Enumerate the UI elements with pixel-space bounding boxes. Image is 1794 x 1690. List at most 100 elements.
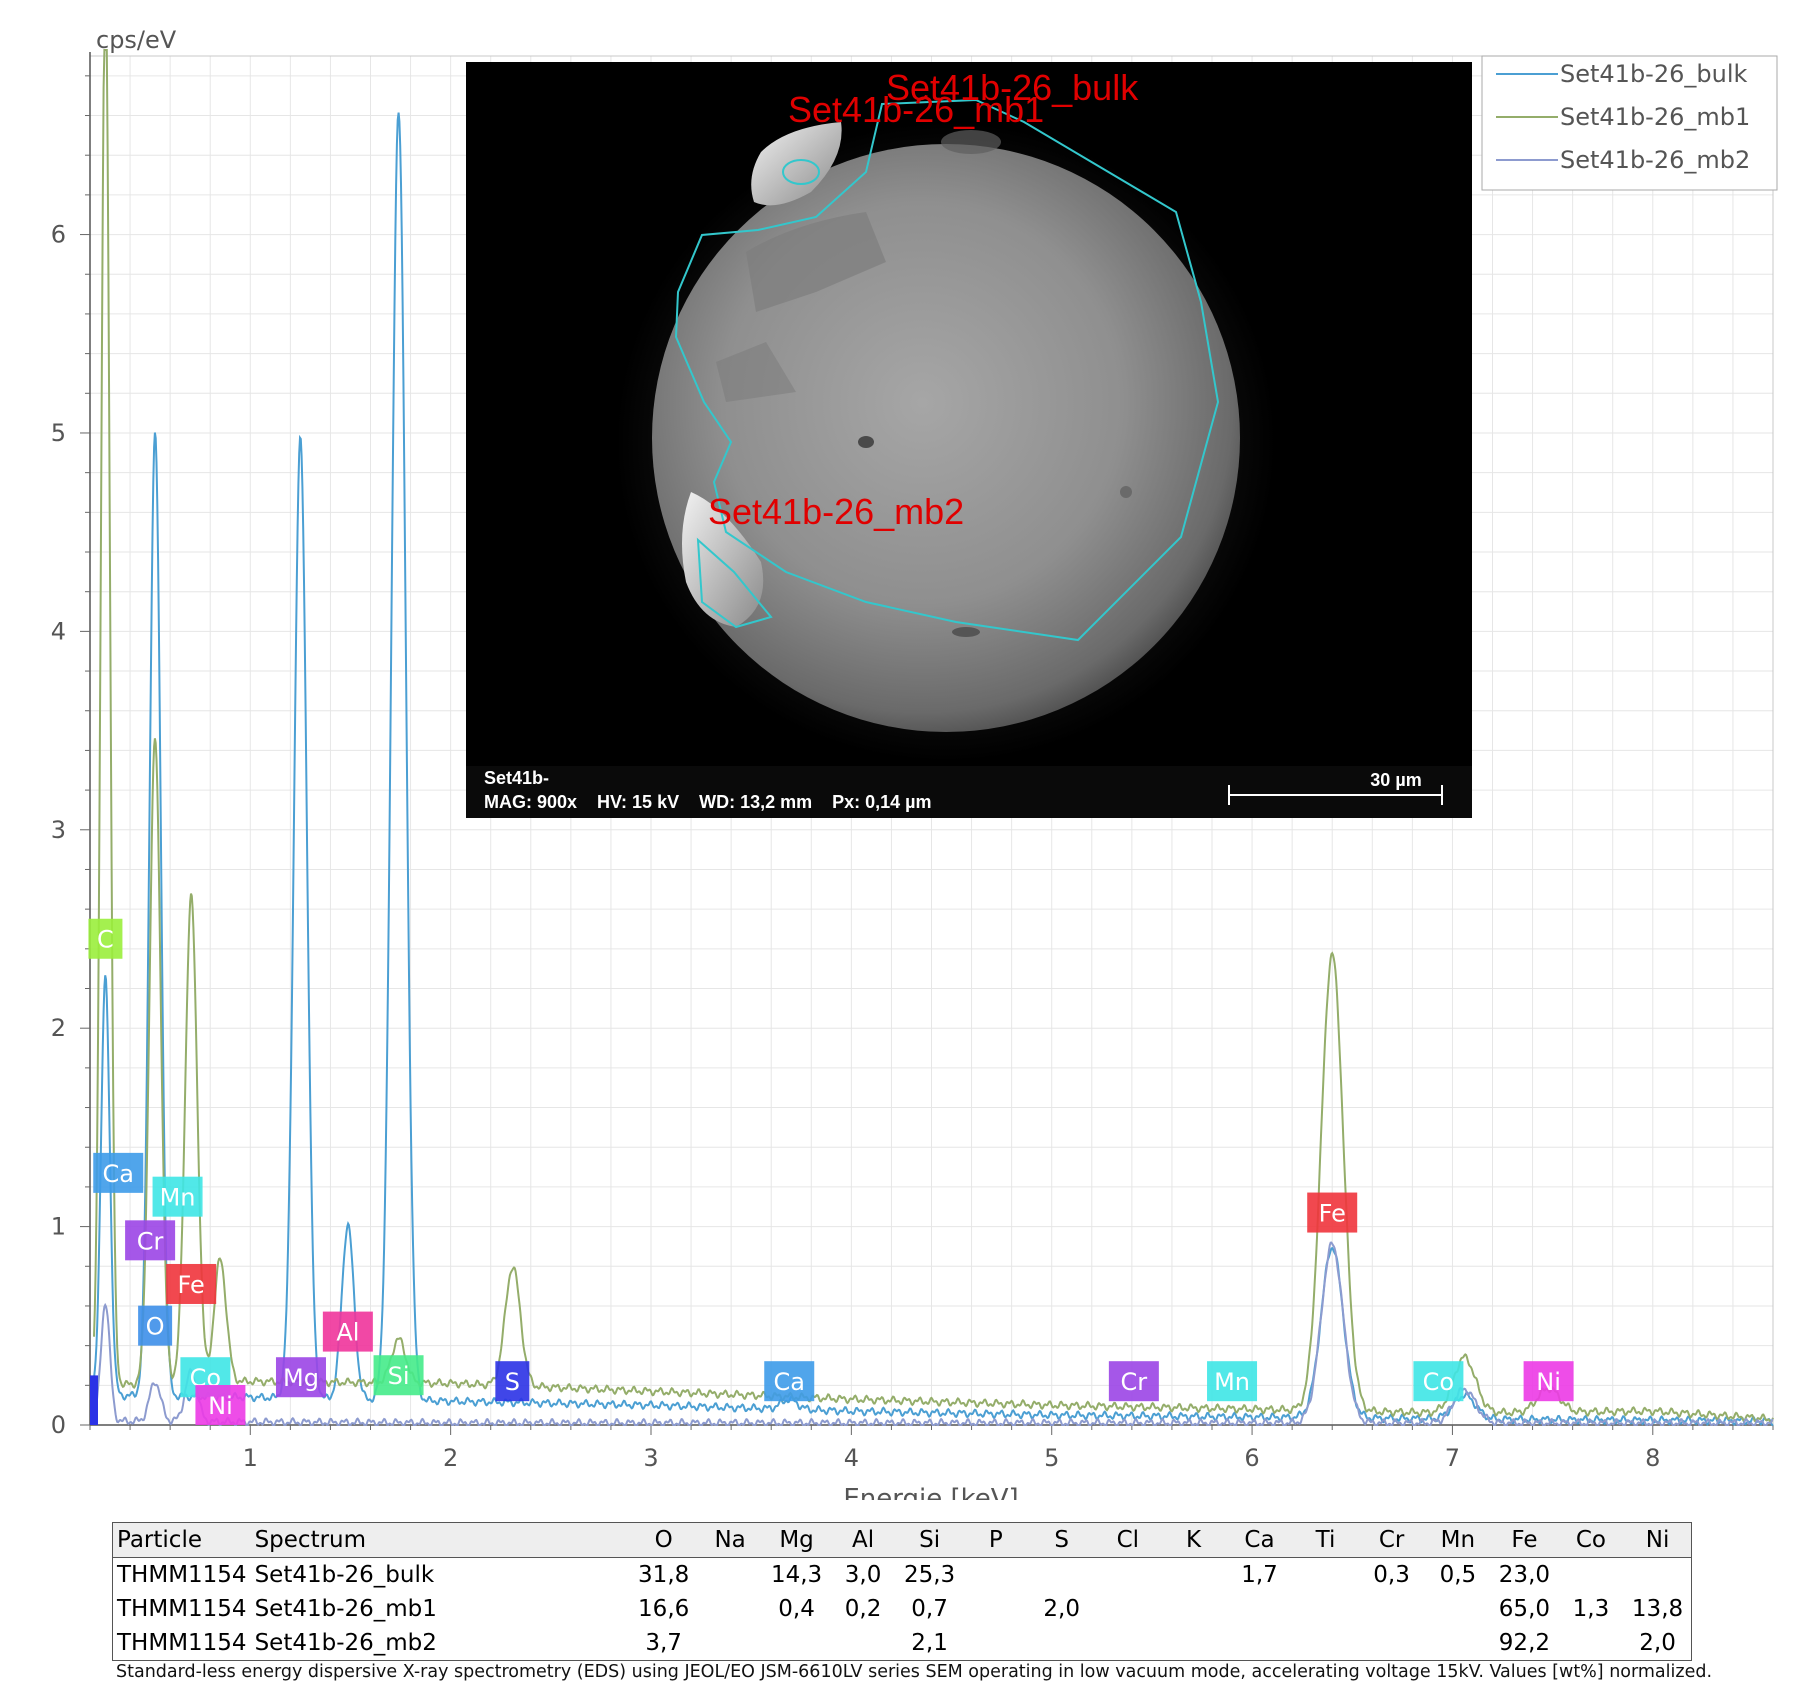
- element-marker-label: Cr: [1121, 1368, 1148, 1396]
- table-cell: [763, 1626, 830, 1661]
- chart-legend: Set41b-26_bulk Set41b-26_mb1 Set41b-26_mb2: [1481, 55, 1778, 191]
- table-cell: THMM1154: [117, 1630, 247, 1656]
- element-marker-co: Co: [1413, 1361, 1464, 1402]
- table-cell: [1558, 1558, 1624, 1593]
- table-cell: [1293, 1626, 1359, 1661]
- element-marker-label: Ca: [103, 1160, 134, 1188]
- eds-figure: 0 1 2 3 4 5 6 1 2 3 4 5 6 7 8 cps/eV Energie [keV] C Ca…: [0, 0, 1794, 1690]
- table-cell: [1293, 1558, 1359, 1593]
- table-header-cell: Cr: [1358, 1522, 1425, 1558]
- table-cell: 3,7: [645, 1630, 682, 1656]
- element-marker-mn: Mn: [1207, 1361, 1258, 1402]
- y-tick-label: 6: [51, 221, 66, 249]
- table-cell: [1029, 1626, 1095, 1661]
- legend-entry-label: Set41b-26_mb2: [1560, 146, 1750, 174]
- table-cell: 65,0: [1498, 1596, 1551, 1622]
- element-marker-label: Cr: [137, 1227, 164, 1255]
- table-cell: Set41b-26_mb2: [254, 1630, 437, 1656]
- table-cell: [1358, 1592, 1424, 1626]
- table-header-cell: Ti: [1292, 1522, 1359, 1558]
- table-cell: 2,0: [1043, 1596, 1080, 1622]
- element-marker-label: Co: [1423, 1368, 1454, 1396]
- element-marker-edge-bar: [90, 1375, 98, 1425]
- table-header-cell: K: [1160, 1522, 1227, 1558]
- table-cell: [1095, 1592, 1161, 1626]
- table-cell: 2,1: [911, 1630, 948, 1656]
- table-body: THMM1154 Set41b-26_bulk 31,8 14,3 3,0 25,3 1,7…: [113, 1558, 1692, 1661]
- table-cell: [1161, 1626, 1227, 1661]
- element-marker-fe: Fe: [166, 1263, 217, 1304]
- element-marker-o: O: [138, 1305, 173, 1346]
- table-header-cell: P: [962, 1522, 1029, 1558]
- table-cell: 13,8: [1631, 1596, 1684, 1622]
- table-header-row: Particle Spectrum O Na Mg Al Si P S Cl K Ca Ti Cr Mn Fe…: [112, 1522, 1692, 1558]
- table-cell: [1293, 1592, 1359, 1626]
- table-cell: [1161, 1592, 1227, 1626]
- scale-bar: [1228, 794, 1442, 796]
- table-cell: [1226, 1626, 1292, 1661]
- element-marker-label: Ca: [774, 1368, 805, 1396]
- x-tick-label: 2: [443, 1444, 458, 1472]
- sem-acquisition-params: MAG: 900x HV: 15 kV WD: 13,2 mm Px: 0,14…: [484, 792, 932, 812]
- method-footnote: Standard-less energy dispersive X-ray sp…: [116, 1662, 1713, 1682]
- table-cell: 0,5: [1439, 1562, 1477, 1588]
- table-cell: 1,7: [1241, 1562, 1278, 1588]
- x-tick-label: 8: [1645, 1444, 1660, 1472]
- element-marker-mg: Mg: [275, 1357, 326, 1398]
- element-marker-label: S: [505, 1368, 520, 1396]
- table-cell: 14,3: [770, 1562, 823, 1588]
- scale-bar-label: 30 µm: [1370, 770, 1422, 790]
- scale-bar-tick: [1228, 785, 1230, 805]
- table-header-cell: Ni: [1624, 1522, 1692, 1558]
- element-marker-label: Si: [388, 1362, 410, 1390]
- element-marker-label: Fe: [178, 1271, 205, 1299]
- table-cell: THMM1154: [117, 1596, 247, 1622]
- table-cell: Set41b-26_mb1: [254, 1596, 437, 1622]
- y-tick-label: 4: [51, 617, 66, 645]
- table-cell: [1095, 1626, 1161, 1661]
- element-marker-label: Ni: [1536, 1368, 1561, 1396]
- table-cell: 16,6: [638, 1596, 690, 1622]
- element-marker-al: Al: [322, 1311, 373, 1352]
- table-cell: [1558, 1626, 1624, 1661]
- element-marker-label: Al: [336, 1319, 359, 1347]
- table-header-cell: Na: [697, 1522, 764, 1558]
- element-marker-label: Mn: [160, 1184, 196, 1212]
- element-marker-label: Mn: [1214, 1368, 1250, 1396]
- y-tick-label: 0: [51, 1411, 66, 1439]
- y-tick-label: 5: [51, 419, 66, 447]
- sem-label-mb1: Set41b-26_mb1: [788, 89, 1044, 130]
- x-tick-label: 7: [1445, 1444, 1460, 1472]
- element-marker-si: Si: [373, 1355, 424, 1396]
- element-marker-s: S: [495, 1361, 530, 1402]
- table-header-cell: O: [630, 1522, 698, 1558]
- table-cell: 23,0: [1498, 1562, 1551, 1588]
- table-cell: 3,0: [844, 1562, 882, 1588]
- table-cell: 0,7: [911, 1596, 948, 1622]
- table-header-cell: Al: [829, 1522, 897, 1558]
- table-header-cell: Particle: [112, 1522, 251, 1558]
- table-header-cell: Fe: [1491, 1522, 1558, 1558]
- table-cell: [963, 1558, 1029, 1593]
- element-marker-cr: Cr: [1108, 1361, 1159, 1402]
- element-marker-label: Ni: [208, 1392, 233, 1420]
- x-axis-label: Energie [keV]: [843, 1484, 1018, 1500]
- x-tick-label: 5: [1044, 1444, 1059, 1472]
- table-header-cell: Co: [1557, 1522, 1625, 1558]
- y-tick-label: 1: [51, 1213, 66, 1241]
- table-header-cell: Ca: [1226, 1522, 1293, 1558]
- sem-micrograph: Set41b-26_bulk Set41b-26_mb1 Set41b-26_m…: [466, 62, 1472, 818]
- element-marker-mn: Mn: [152, 1176, 203, 1217]
- table-cell: 0,2: [844, 1596, 882, 1622]
- table-row: THMM1154 Set41b-26_mb1 16,6 0,4 0,2 0,7 2,0 65,…: [113, 1592, 1692, 1626]
- element-marker-label: Mg: [283, 1364, 319, 1392]
- table-cell: [1029, 1558, 1095, 1593]
- table-cell: 1,3: [1572, 1596, 1610, 1622]
- table-row: THMM1154 Set41b-26_mb2 3,7 2,1 92,2 2,0: [113, 1626, 1692, 1661]
- element-marker-ni: Ni: [1523, 1361, 1574, 1402]
- sem-surface-pit: [941, 130, 1001, 154]
- composition-table: Particle Spectrum O Na Mg Al Si P S Cl K Ca Ti Cr Mn Fe…: [112, 1522, 1692, 1661]
- sem-surface-pit: [858, 436, 874, 448]
- table-cell: [697, 1626, 763, 1661]
- sem-surface-pit: [1120, 486, 1132, 498]
